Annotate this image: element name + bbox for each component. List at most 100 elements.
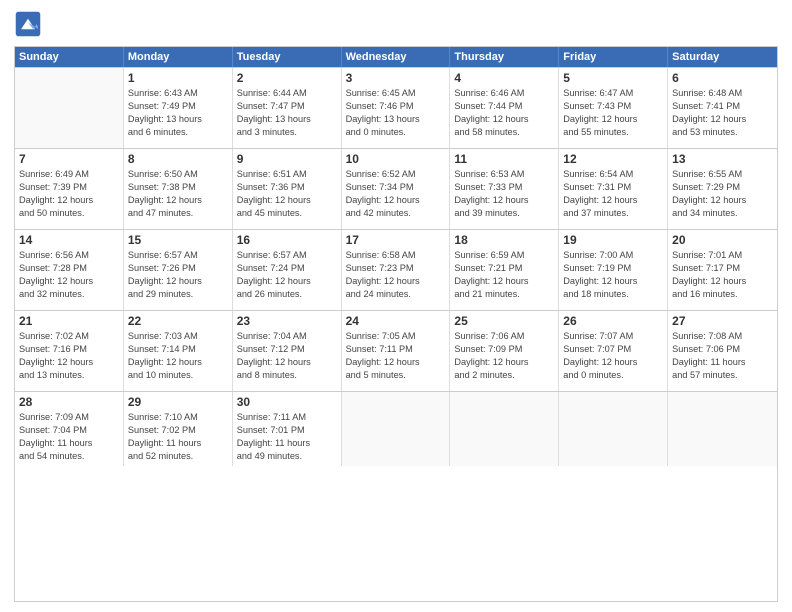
calendar: SundayMondayTuesdayWednesdayThursdayFrid… [14, 46, 778, 602]
day-info: Sunrise: 7:02 AM Sunset: 7:16 PM Dayligh… [19, 330, 119, 382]
calendar-cell: 14 Sunrise: 6:56 AM Sunset: 7:28 PM Dayli… [15, 230, 124, 310]
day-number: 18 [454, 233, 554, 247]
calendar-cell: 26 Sunrise: 7:07 AM Sunset: 7:07 PM Dayli… [559, 311, 668, 391]
calendar-cell: 29 Sunrise: 7:10 AM Sunset: 7:02 PM Dayli… [124, 392, 233, 466]
calendar-cell [15, 68, 124, 148]
day-number: 29 [128, 395, 228, 409]
day-number: 20 [672, 233, 773, 247]
calendar-cell: 28 Sunrise: 7:09 AM Sunset: 7:04 PM Dayli… [15, 392, 124, 466]
day-info: Sunrise: 7:01 AM Sunset: 7:17 PM Dayligh… [672, 249, 773, 301]
header [14, 10, 778, 38]
day-info: Sunrise: 7:11 AM Sunset: 7:01 PM Dayligh… [237, 411, 337, 463]
calendar-cell: 6 Sunrise: 6:48 AM Sunset: 7:41 PM Daylig… [668, 68, 777, 148]
day-number: 19 [563, 233, 663, 247]
day-number: 3 [346, 71, 446, 85]
day-info: Sunrise: 6:46 AM Sunset: 7:44 PM Dayligh… [454, 87, 554, 139]
calendar-cell [342, 392, 451, 466]
day-number: 26 [563, 314, 663, 328]
calendar-cell [668, 392, 777, 466]
page: SundayMondayTuesdayWednesdayThursdayFrid… [0, 0, 792, 612]
day-info: Sunrise: 6:56 AM Sunset: 7:28 PM Dayligh… [19, 249, 119, 301]
day-info: Sunrise: 6:44 AM Sunset: 7:47 PM Dayligh… [237, 87, 337, 139]
day-info: Sunrise: 7:09 AM Sunset: 7:04 PM Dayligh… [19, 411, 119, 463]
calendar-cell: 24 Sunrise: 7:05 AM Sunset: 7:11 PM Dayli… [342, 311, 451, 391]
calendar-cell [559, 392, 668, 466]
day-number: 5 [563, 71, 663, 85]
day-number: 27 [672, 314, 773, 328]
day-number: 7 [19, 152, 119, 166]
calendar-cell: 27 Sunrise: 7:08 AM Sunset: 7:06 PM Dayli… [668, 311, 777, 391]
weekday-header: Wednesday [342, 47, 451, 67]
calendar-cell: 22 Sunrise: 7:03 AM Sunset: 7:14 PM Dayli… [124, 311, 233, 391]
day-number: 15 [128, 233, 228, 247]
day-info: Sunrise: 6:53 AM Sunset: 7:33 PM Dayligh… [454, 168, 554, 220]
weekday-header: Friday [559, 47, 668, 67]
day-info: Sunrise: 7:04 AM Sunset: 7:12 PM Dayligh… [237, 330, 337, 382]
day-number: 14 [19, 233, 119, 247]
calendar-cell: 2 Sunrise: 6:44 AM Sunset: 7:47 PM Daylig… [233, 68, 342, 148]
calendar-cell: 21Sunrise: 7:02 AM Sunset: 7:16 PM Dayli… [15, 311, 124, 391]
day-info: Sunrise: 7:07 AM Sunset: 7:07 PM Dayligh… [563, 330, 663, 382]
day-info: Sunrise: 7:08 AM Sunset: 7:06 PM Dayligh… [672, 330, 773, 382]
calendar-cell: 16Sunrise: 6:57 AM Sunset: 7:24 PM Dayli… [233, 230, 342, 310]
calendar-cell: 30Sunrise: 7:11 AM Sunset: 7:01 PM Dayli… [233, 392, 342, 466]
day-number: 11 [454, 152, 554, 166]
weekday-header: Sunday [15, 47, 124, 67]
day-info: Sunrise: 6:57 AM Sunset: 7:24 PM Dayligh… [237, 249, 337, 301]
calendar-row: 21Sunrise: 7:02 AM Sunset: 7:16 PM Dayli… [15, 310, 777, 391]
calendar-cell [450, 392, 559, 466]
day-number: 9 [237, 152, 337, 166]
calendar-cell: 3 Sunrise: 6:45 AM Sunset: 7:46 PM Daylig… [342, 68, 451, 148]
day-info: Sunrise: 7:05 AM Sunset: 7:11 PM Dayligh… [346, 330, 446, 382]
calendar-cell: 7 Sunrise: 6:49 AM Sunset: 7:39 PM Daylig… [15, 149, 124, 229]
calendar-row: 1 Sunrise: 6:43 AM Sunset: 7:49 PM Daylig… [15, 67, 777, 148]
day-number: 22 [128, 314, 228, 328]
day-number: 10 [346, 152, 446, 166]
calendar-cell: 9Sunrise: 6:51 AM Sunset: 7:36 PM Daylig… [233, 149, 342, 229]
day-info: Sunrise: 7:03 AM Sunset: 7:14 PM Dayligh… [128, 330, 228, 382]
day-info: Sunrise: 6:54 AM Sunset: 7:31 PM Dayligh… [563, 168, 663, 220]
calendar-cell: 11 Sunrise: 6:53 AM Sunset: 7:33 PM Dayli… [450, 149, 559, 229]
day-number: 17 [346, 233, 446, 247]
day-info: Sunrise: 7:00 AM Sunset: 7:19 PM Dayligh… [563, 249, 663, 301]
day-number: 13 [672, 152, 773, 166]
calendar-cell: 25Sunrise: 7:06 AM Sunset: 7:09 PM Dayli… [450, 311, 559, 391]
calendar-cell: 1 Sunrise: 6:43 AM Sunset: 7:49 PM Daylig… [124, 68, 233, 148]
calendar-cell: 23Sunrise: 7:04 AM Sunset: 7:12 PM Dayli… [233, 311, 342, 391]
calendar-row: 28 Sunrise: 7:09 AM Sunset: 7:04 PM Dayli… [15, 391, 777, 466]
day-number: 6 [672, 71, 773, 85]
weekday-header: Saturday [668, 47, 777, 67]
day-info: Sunrise: 7:10 AM Sunset: 7:02 PM Dayligh… [128, 411, 228, 463]
day-info: Sunrise: 6:58 AM Sunset: 7:23 PM Dayligh… [346, 249, 446, 301]
day-info: Sunrise: 6:50 AM Sunset: 7:38 PM Dayligh… [128, 168, 228, 220]
day-info: Sunrise: 6:49 AM Sunset: 7:39 PM Dayligh… [19, 168, 119, 220]
calendar-cell: 12 Sunrise: 6:54 AM Sunset: 7:31 PM Dayli… [559, 149, 668, 229]
day-info: Sunrise: 6:47 AM Sunset: 7:43 PM Dayligh… [563, 87, 663, 139]
weekday-header: Monday [124, 47, 233, 67]
calendar-cell: 18Sunrise: 6:59 AM Sunset: 7:21 PM Dayli… [450, 230, 559, 310]
day-info: Sunrise: 6:52 AM Sunset: 7:34 PM Dayligh… [346, 168, 446, 220]
calendar-cell: 8 Sunrise: 6:50 AM Sunset: 7:38 PM Daylig… [124, 149, 233, 229]
day-number: 8 [128, 152, 228, 166]
day-number: 12 [563, 152, 663, 166]
calendar-cell: 4Sunrise: 6:46 AM Sunset: 7:44 PM Daylig… [450, 68, 559, 148]
calendar-cell: 10 Sunrise: 6:52 AM Sunset: 7:34 PM Dayli… [342, 149, 451, 229]
day-info: Sunrise: 6:48 AM Sunset: 7:41 PM Dayligh… [672, 87, 773, 139]
calendar-cell: 20 Sunrise: 7:01 AM Sunset: 7:17 PM Dayli… [668, 230, 777, 310]
day-number: 2 [237, 71, 337, 85]
day-info: Sunrise: 6:43 AM Sunset: 7:49 PM Dayligh… [128, 87, 228, 139]
weekday-header: Tuesday [233, 47, 342, 67]
day-info: Sunrise: 6:57 AM Sunset: 7:26 PM Dayligh… [128, 249, 228, 301]
day-info: Sunrise: 6:45 AM Sunset: 7:46 PM Dayligh… [346, 87, 446, 139]
weekday-header: Thursday [450, 47, 559, 67]
calendar-cell: 15 Sunrise: 6:57 AM Sunset: 7:26 PM Dayli… [124, 230, 233, 310]
calendar-header: SundayMondayTuesdayWednesdayThursdayFrid… [15, 47, 777, 67]
day-info: Sunrise: 7:06 AM Sunset: 7:09 PM Dayligh… [454, 330, 554, 382]
calendar-cell: 17 Sunrise: 6:58 AM Sunset: 7:23 PM Dayli… [342, 230, 451, 310]
day-number: 1 [128, 71, 228, 85]
calendar-row: 14 Sunrise: 6:56 AM Sunset: 7:28 PM Dayli… [15, 229, 777, 310]
calendar-row: 7 Sunrise: 6:49 AM Sunset: 7:39 PM Daylig… [15, 148, 777, 229]
logo-icon [14, 10, 42, 38]
day-number: 24 [346, 314, 446, 328]
day-number: 28 [19, 395, 119, 409]
